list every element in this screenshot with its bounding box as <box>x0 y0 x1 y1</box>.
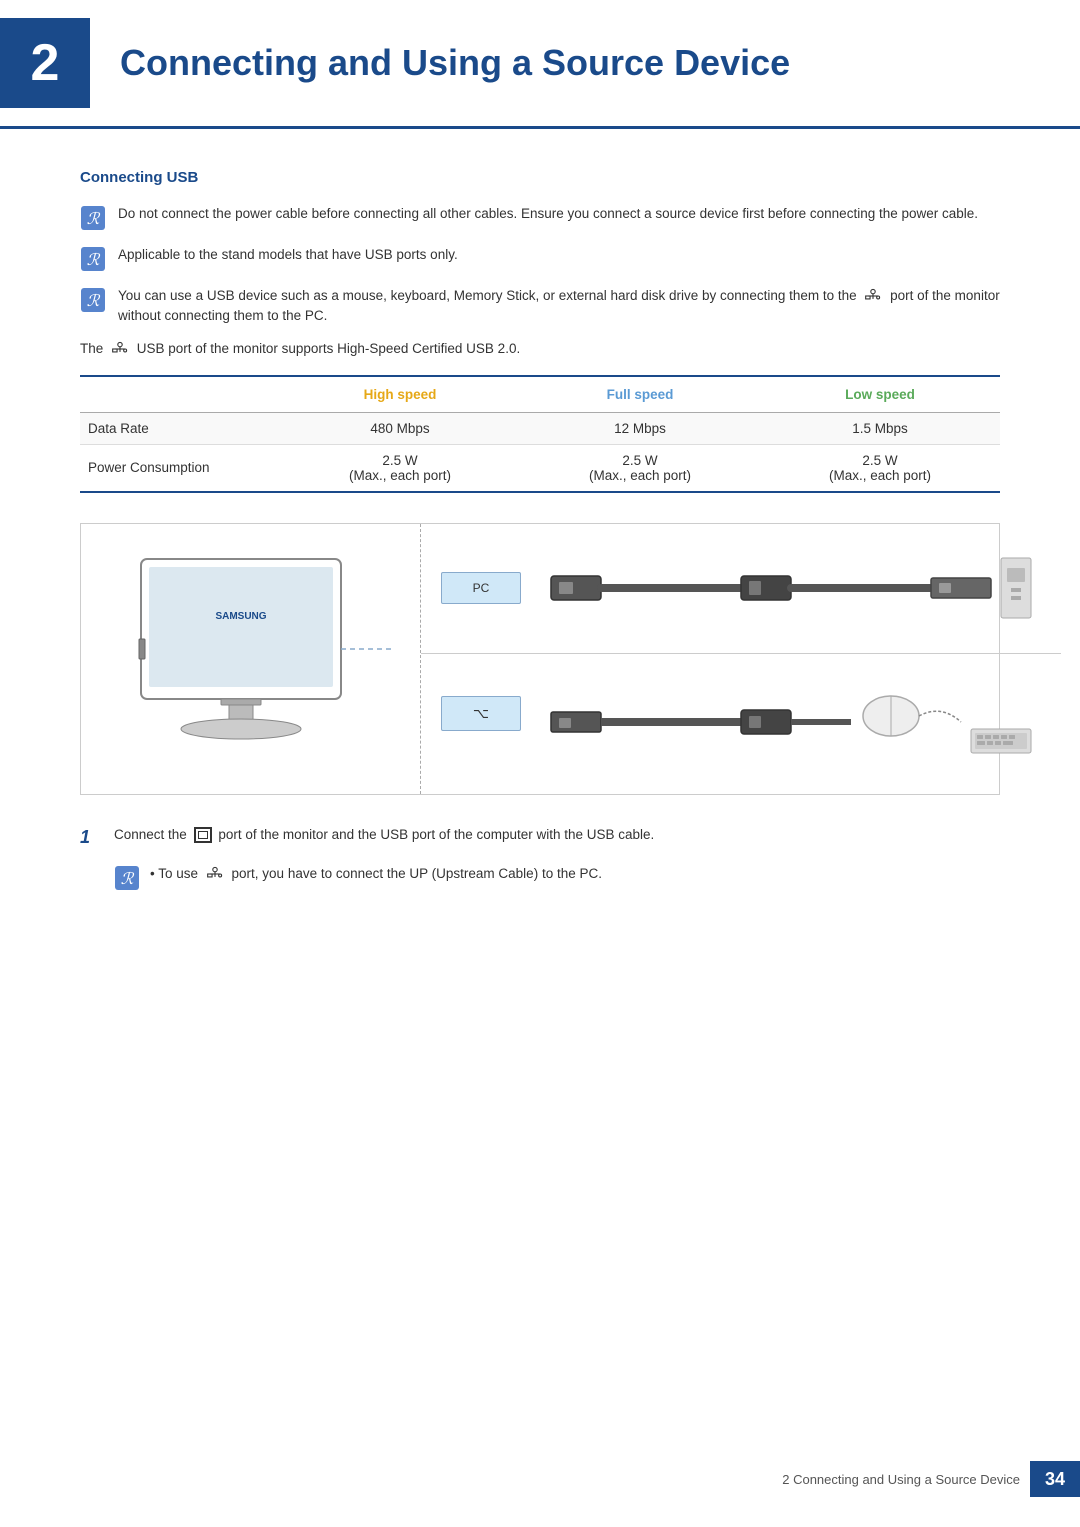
usb-diagram: SAMSUNG PC <box>80 523 1000 795</box>
diagram-bottom-row: ⌥ <box>421 654 1061 794</box>
step-1: 1 Connect the port of the monitor and th… <box>80 825 1000 848</box>
monitor-illustration: SAMSUNG <box>111 549 391 769</box>
diagram-top-row: PC <box>421 524 1061 654</box>
table-row-power: Power Consumption 2.5 W (Max., each port… <box>80 444 1000 492</box>
footer-page-number: 34 <box>1030 1461 1080 1497</box>
note-icon-2: ℛ <box>80 246 106 272</box>
table-cell-power-high: 2.5 W (Max., each port) <box>280 444 520 492</box>
diagram-connectors-section: PC <box>421 524 1061 794</box>
main-content: Connecting USB ℛ Do not connect the powe… <box>0 169 1080 891</box>
note-text-1: Do not connect the power cable before co… <box>118 204 978 224</box>
note-item-2: ℛ Applicable to the stand models that ha… <box>80 245 1000 272</box>
table-cell-power-full: 2.5 W (Max., each port) <box>520 444 760 492</box>
usb-speed-table: High speed Full speed Low speed Data Rat… <box>80 375 1000 493</box>
svg-text:ℛ: ℛ <box>87 293 101 310</box>
table-cell-data-rate-high: 480 Mbps <box>280 412 520 444</box>
chapter-number: 2 <box>31 33 60 93</box>
usb-icon-sub <box>204 866 226 882</box>
usb-cable-bottom <box>541 674 1041 774</box>
svg-text:SAMSUNG: SAMSUNG <box>215 611 266 622</box>
steps-section: 1 Connect the port of the monitor and th… <box>80 825 1000 891</box>
usb-icon-line <box>109 341 131 357</box>
note-text-2: Applicable to the stand models that have… <box>118 245 458 265</box>
diagram-label-device: ⌥ <box>441 696 521 731</box>
svg-text:ℛ: ℛ <box>87 252 101 269</box>
note-icon-sub: ℛ <box>114 865 140 891</box>
table-header-empty <box>80 376 280 413</box>
svg-text:ℛ: ℛ <box>87 211 101 228</box>
usb-cable-top <box>541 548 1041 628</box>
diagram-label-pc: PC <box>441 572 521 604</box>
step-1-number: 1 <box>80 827 100 848</box>
page-header: 2 Connecting and Using a Source Device <box>0 0 1080 129</box>
table-row-data-rate: Data Rate 480 Mbps 12 Mbps 1.5 Mbps <box>80 412 1000 444</box>
svg-text:ℛ: ℛ <box>121 871 135 888</box>
note-icon-3: ℛ <box>80 287 106 313</box>
step-1-text: Connect the port of the monitor and the … <box>114 825 654 845</box>
note-icon-1: ℛ <box>80 205 106 231</box>
table-header-high-speed: High speed <box>280 376 520 413</box>
note-text-3: You can use a USB device such as a mouse… <box>118 286 1000 327</box>
table-cell-power-label: Power Consumption <box>80 444 280 492</box>
note-item-1: ℛ Do not connect the power cable before … <box>80 204 1000 231</box>
note-item-3: ℛ You can use a USB device such as a mou… <box>80 286 1000 327</box>
footer-text: 2 Connecting and Using a Source Device <box>782 1472 1030 1487</box>
usb-downstream-icon <box>862 288 884 304</box>
diagram-monitor-section: SAMSUNG <box>81 524 421 794</box>
table-cell-data-rate-full: 12 Mbps <box>520 412 760 444</box>
sub-note-1: ℛ • To use port, you have to connect the… <box>114 864 1000 891</box>
sub-note-text: • To use port, you have to connect the U… <box>150 864 602 884</box>
page-footer: 2 Connecting and Using a Source Device 3… <box>782 1461 1080 1497</box>
table-cell-power-low: 2.5 W (Max., each port) <box>760 444 1000 492</box>
table-cell-data-rate-label: Data Rate <box>80 412 280 444</box>
table-header-full-speed: Full speed <box>520 376 760 413</box>
section-title: Connecting USB <box>80 169 1000 186</box>
chapter-number-box: 2 <box>0 18 90 108</box>
page-title: Connecting and Using a Source Device <box>120 42 790 84</box>
table-cell-data-rate-low: 1.5 Mbps <box>760 412 1000 444</box>
usb-port-line: The USB port of the monitor supports Hig… <box>80 341 1000 357</box>
table-header-low-speed: Low speed <box>760 376 1000 413</box>
